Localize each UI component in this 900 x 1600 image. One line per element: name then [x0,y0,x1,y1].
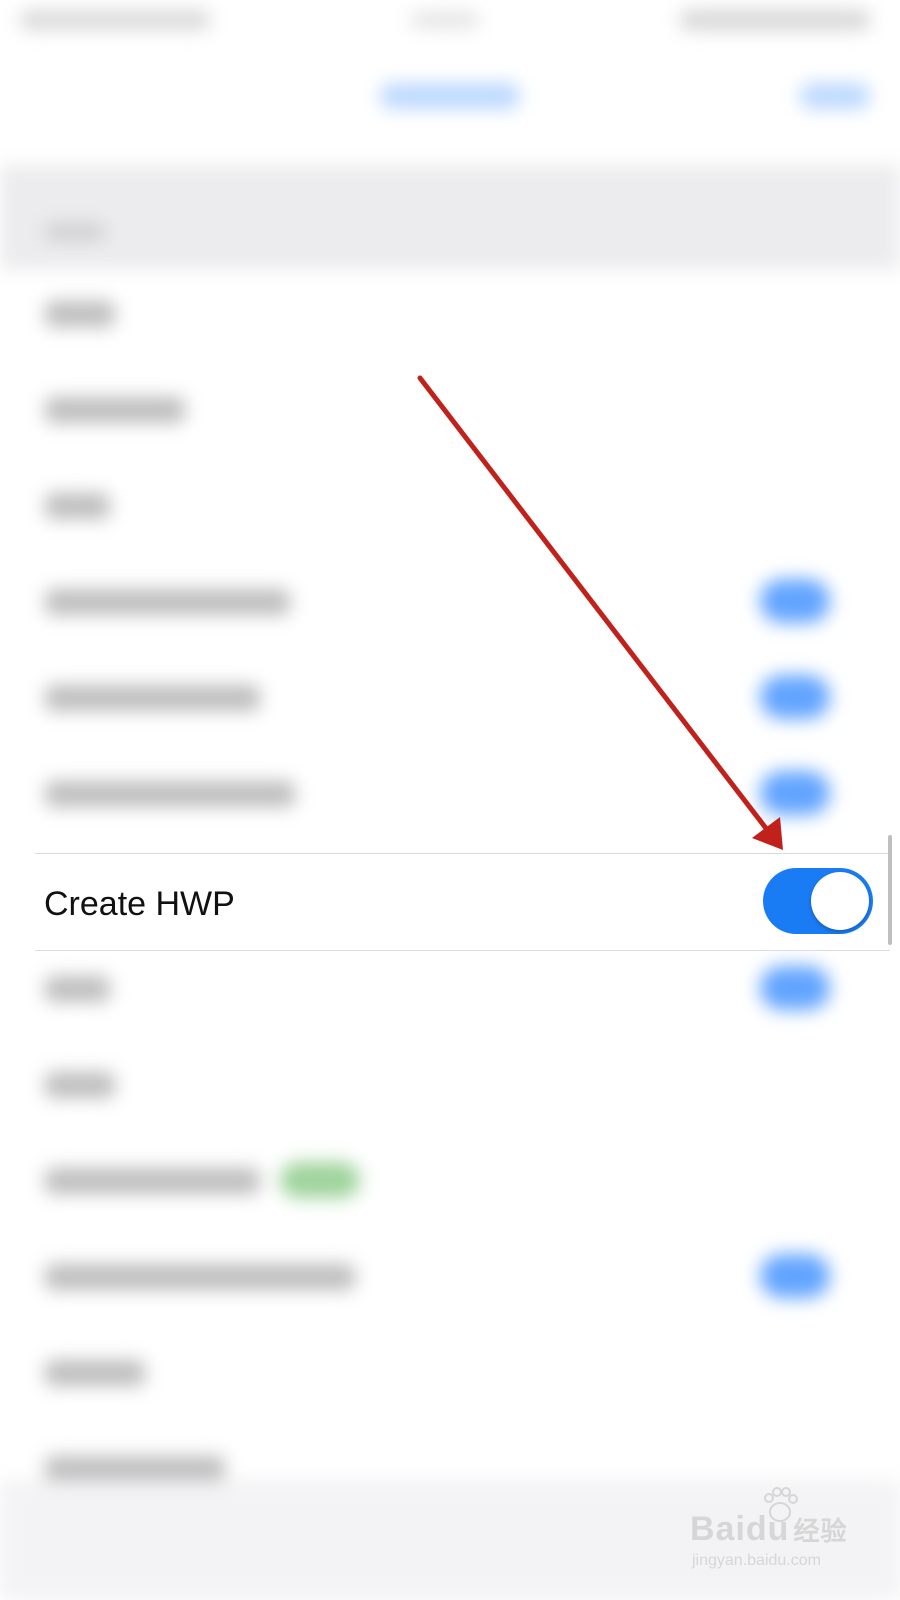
blurred-settings-background [0,0,900,1600]
settings-row-label [45,976,110,1002]
status-bar-time [410,12,480,28]
settings-row[interactable] [0,1036,900,1132]
watermark-brand: Baidu 经验 [690,1510,847,1549]
status-bar-right [680,10,870,30]
settings-row-label [45,1264,355,1290]
settings-row-label [45,1456,225,1482]
create-hwp-row[interactable]: Create HWP [35,853,890,951]
settings-row[interactable] [0,265,900,361]
status-bar [0,0,900,50]
settings-row-label [45,685,260,711]
settings-row[interactable] [0,649,900,745]
settings-row[interactable] [0,745,900,841]
settings-row-toggle[interactable] [760,966,830,1010]
settings-row[interactable] [0,457,900,553]
settings-row-label [45,1360,145,1386]
watermark-url: jingyan.baidu.com [692,1552,821,1569]
watermark-brand-cjk: 经验 [793,1516,848,1546]
settings-row-label [45,493,110,519]
settings-row-label [45,1168,260,1194]
watermark-brand-main: Baidu [690,1510,790,1548]
settings-row-label [45,397,185,423]
settings-row-toggle[interactable] [760,1254,830,1298]
settings-row-toggle[interactable] [760,771,830,815]
settings-row-badge [280,1162,360,1198]
nav-done-button[interactable] [800,83,870,109]
scroll-indicator[interactable] [888,835,892,945]
create-hwp-toggle[interactable] [763,868,873,934]
settings-row[interactable] [0,1228,900,1324]
settings-row[interactable] [0,1132,900,1228]
section-header-label [45,223,105,241]
settings-row-label [45,589,290,615]
create-hwp-label: Create HWP [44,885,235,923]
settings-row-toggle[interactable] [760,579,830,623]
settings-row-label [45,781,295,807]
settings-row-label [45,1072,115,1098]
settings-row[interactable] [0,940,900,1036]
navigation-bar [0,55,900,145]
toggle-knob [811,872,869,930]
settings-row[interactable] [0,553,900,649]
settings-row[interactable] [0,361,900,457]
settings-row-toggle[interactable] [760,675,830,719]
nav-title-button[interactable] [380,83,520,109]
baidu-watermark: Baidu 经验 jingyan.baidu.com [690,1487,870,1580]
settings-row[interactable] [0,1324,900,1420]
section-header [0,165,900,270]
status-bar-left [20,10,210,30]
settings-row-label [45,301,115,327]
